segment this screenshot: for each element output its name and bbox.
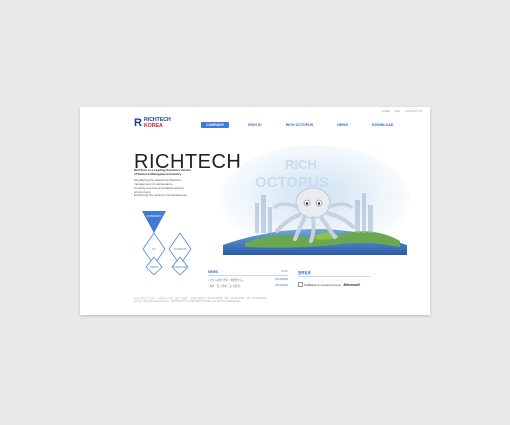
partner-box: 협력업체 SoftBank Commerce Korea Microsoft — [298, 270, 370, 287]
partner-title: 협력업체 — [298, 270, 370, 277]
logo-line2: KOREA — [144, 122, 163, 129]
logo-mark: R — [134, 117, 142, 129]
util-map-link[interactable]: MAP — [395, 110, 401, 113]
octopus-globe-image: RICH OCTOPUS — [220, 145, 410, 255]
news-more-link[interactable]: MORE — [281, 270, 288, 273]
diamond-menu: COMPANY IO OCTOPUS NEWS DOWNLOAD — [140, 209, 196, 276]
news-row-title: • 제휴 · 업그레이드 및 안정화... — [208, 285, 242, 288]
partner-logo-icon — [298, 282, 303, 287]
partner-row[interactable]: SoftBank Commerce Korea Microsoft — [298, 282, 370, 287]
news-row-date: 2013/08/20 — [275, 284, 288, 287]
intro-text: RichTech is a Leading Solutions Vendor o… — [134, 168, 199, 198]
utility-links: HOME MAP CONTACT US — [382, 110, 422, 113]
diamond-download-label: DOWNLOAD — [173, 266, 187, 269]
main-nav: COMPANY RICH IO RICH OCTOPUS NEWS DOWNLO… — [201, 122, 399, 129]
website-page: HOME MAP CONTACT US R RICHTECH KOREA COM… — [80, 107, 430, 315]
diamond-news-label: NEWS — [150, 265, 158, 269]
nav-rich-octopus[interactable]: RICH OCTOPUS — [281, 122, 319, 128]
site-logo[interactable]: R RICHTECH KOREA — [134, 117, 182, 129]
news-row-title: • 보호 시장의 변화 · 해결방안 등... — [208, 279, 245, 282]
nav-download[interactable]: DOWNLOAD — [367, 122, 399, 128]
news-title: NEWS — [208, 270, 288, 276]
diamond-company[interactable]: COMPANY — [142, 211, 166, 233]
partner-name: SoftBank Commerce Korea — [304, 282, 341, 287]
diamond-news[interactable]: NEWS — [145, 256, 163, 276]
intro-line6: Enhancing the network competitiveness — [134, 193, 187, 198]
news-box: NEWS MORE • 보호 시장의 변화 · 해결방안 등... 2013/0… — [208, 270, 288, 288]
news-row[interactable]: • 제휴 · 업그레이드 및 안정화... 2013/08/20 — [208, 284, 288, 288]
footer: 서울시 강남구 논현동 · 리치테크코리아 · 대표 : 홍길동 · 사업자등록… — [134, 297, 404, 303]
nav-rich-io[interactable]: RICH IO — [243, 122, 267, 128]
util-contact-link[interactable]: CONTACT US — [405, 110, 422, 113]
diamond-menu-graphic: COMPANY IO OCTOPUS NEWS DOWNLOAD — [142, 211, 192, 276]
hero-text-rich: RICH — [285, 157, 317, 172]
nav-news[interactable]: NEWS — [332, 122, 353, 128]
diamond-company-label: COMPANY — [147, 214, 162, 218]
diamond-octopus-label: OCTOPUS — [174, 247, 187, 251]
news-row[interactable]: • 보호 시장의 변화 · 해결방안 등... 2013/08/20 — [208, 278, 288, 282]
hero-illustration: RICH OCTOPUS — [215, 145, 410, 255]
news-row-date: 2013/08/20 — [275, 278, 288, 281]
nav-company[interactable]: COMPANY — [201, 122, 230, 129]
diamond-download[interactable]: DOWNLOAD — [171, 256, 189, 276]
util-home-link[interactable]: HOME — [382, 110, 390, 113]
microsoft-logo: Microsoft — [343, 282, 360, 287]
footer-line2: E-mail : info@richtechkorea.com · COPYRI… — [134, 300, 241, 304]
